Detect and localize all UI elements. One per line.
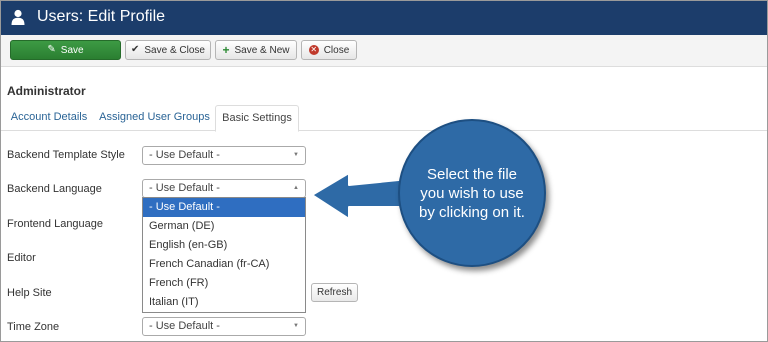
backend-language-select[interactable]: - Use Default - ▲: [142, 179, 306, 198]
option-german-de[interactable]: German (DE): [143, 217, 305, 236]
option-italian-it[interactable]: Italian (IT): [143, 293, 305, 312]
time-zone-label: Time Zone: [7, 321, 60, 333]
refresh-button[interactable]: Refresh: [311, 283, 358, 302]
save-new-button[interactable]: + Save & New: [215, 40, 297, 60]
chevron-down-icon: ▼: [293, 323, 299, 329]
close-label: Close: [323, 44, 350, 56]
tab-assigned-user-groups[interactable]: Assigned User Groups: [98, 105, 211, 131]
user-icon: [11, 9, 25, 25]
backend-template-style-select[interactable]: - Use Default - ▼: [142, 146, 306, 165]
edit-icon: ✎: [47, 44, 56, 55]
tab-account-details[interactable]: Account Details: [6, 105, 92, 131]
backend-language-label: Backend Language: [7, 183, 102, 195]
time-zone-select[interactable]: - Use Default - ▼: [142, 317, 306, 336]
time-zone-value: - Use Default -: [149, 320, 220, 332]
save-button-label: Save: [60, 44, 84, 56]
plus-icon: +: [222, 43, 230, 57]
callout-text: Select the file you wish to use by click…: [419, 165, 525, 221]
option-french-canadian[interactable]: French Canadian (fr-CA): [143, 255, 305, 274]
callout-bubble: Select the file you wish to use by click…: [398, 119, 546, 267]
section-title: Administrator: [7, 84, 86, 98]
chevron-down-icon: ▼: [293, 152, 299, 158]
title-bar: Users: Edit Profile: [1, 1, 767, 35]
close-icon: ✕: [308, 45, 319, 55]
backend-language-dropdown-list: - Use Default - German (DE) English (en-…: [142, 197, 306, 313]
page-title: Users: Edit Profile: [37, 8, 166, 25]
editor-label: Editor: [7, 252, 36, 264]
save-close-label: Save & Close: [144, 44, 205, 56]
tab-bar: Account Details Assigned User Groups Bas…: [1, 105, 767, 132]
save-button[interactable]: ✎ Save: [10, 40, 121, 60]
chevron-up-icon: ▲: [293, 185, 299, 191]
toolbar: ✎ Save ✔ Save & Close + Save & New ✕ Clo…: [1, 35, 767, 67]
edit-profile-window: Users: Edit Profile ✎ Save ✔ Save & Clos…: [0, 0, 768, 342]
backend-template-style-label: Backend Template Style: [7, 149, 125, 161]
check-icon: ✔: [131, 44, 140, 55]
option-english-en-gb[interactable]: English (en-GB): [143, 236, 305, 255]
option-french-fr[interactable]: French (FR): [143, 274, 305, 293]
save-close-button[interactable]: ✔ Save & Close: [125, 40, 211, 60]
frontend-language-label: Frontend Language: [7, 218, 104, 230]
save-new-label: Save & New: [234, 44, 290, 56]
backend-language-value: - Use Default -: [149, 182, 220, 194]
option-use-default[interactable]: - Use Default -: [143, 198, 305, 217]
tab-basic-settings[interactable]: Basic Settings: [215, 105, 299, 132]
close-button[interactable]: ✕ Close: [301, 40, 357, 60]
backend-template-style-value: - Use Default -: [149, 149, 220, 161]
help-site-label: Help Site: [7, 287, 52, 299]
